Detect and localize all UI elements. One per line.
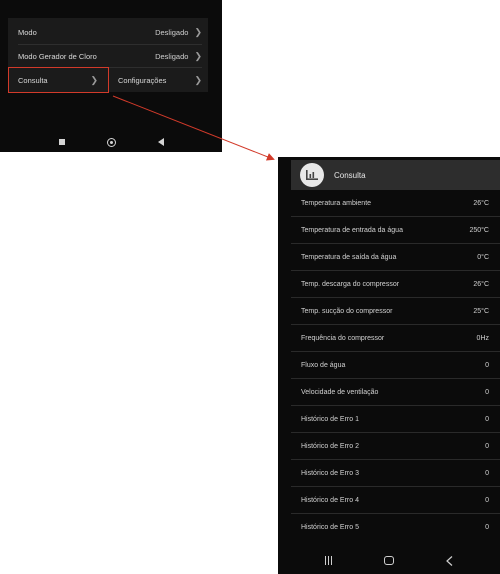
list-item: Histórico de Erro 1 0 — [291, 406, 500, 433]
nav-bar — [278, 547, 500, 574]
chevron-right-icon: ❯ — [194, 74, 202, 85]
setting-label: Modo — [18, 27, 37, 37]
item-value: 0 — [485, 415, 489, 423]
list-item: Temp. descarga do compressor 26°C — [291, 271, 500, 298]
stop-square-icon[interactable] — [58, 139, 65, 145]
chart-icon — [300, 163, 324, 187]
list-item: Histórico de Erro 3 0 — [291, 460, 500, 487]
item-value: 0 — [485, 496, 489, 504]
list-item: Temperatura ambiente 26°C — [291, 190, 500, 217]
item-value: 0°C — [477, 253, 489, 261]
setting-row-gerador-cloro[interactable]: Modo Gerador de Cloro Desligado ❯ — [18, 45, 202, 67]
list-item: Temperatura de entrada da água 250°C — [291, 217, 500, 244]
item-value: 0 — [485, 361, 489, 369]
item-value: 26°C — [473, 280, 489, 288]
item-value: 26°C — [473, 199, 489, 207]
item-label: Temperatura de entrada da água — [301, 226, 403, 234]
item-value: 0Hz — [476, 334, 489, 342]
configuracoes-label: Configurações — [118, 75, 167, 85]
list-item: Histórico de Erro 2 0 — [291, 433, 500, 460]
chevron-right-icon: ❯ — [194, 50, 202, 61]
item-label: Histórico de Erro 4 — [301, 496, 359, 504]
item-label: Frequência do compressor — [301, 334, 385, 342]
item-label: Temp. descarga do compressor — [301, 280, 400, 288]
menu-item-configuracoes[interactable]: Configurações ❯ — [118, 69, 202, 91]
back-triangle-icon[interactable] — [157, 138, 164, 146]
item-value: 0 — [485, 524, 489, 531]
page: Modo Desligado ❯ Modo Gerador de Cloro D… — [0, 0, 500, 574]
item-value: 0 — [485, 469, 489, 477]
item-label: Fluxo de água — [301, 361, 346, 369]
item-label: Velocidade de ventilação — [301, 388, 379, 396]
item-label: Temp. sucção do compressor — [301, 307, 393, 315]
settings-screen: Modo Desligado ❯ Modo Gerador de Cloro D… — [0, 0, 222, 152]
recents-icon[interactable] — [325, 556, 332, 565]
item-value: 0 — [485, 442, 489, 450]
home-circle-icon[interactable] — [106, 137, 116, 147]
list-item: Frequência do compressor 0Hz — [291, 325, 500, 352]
list-item: Fluxo de água 0 — [291, 352, 500, 379]
item-label: Temperatura de saída da água — [301, 253, 397, 261]
item-label: Temperatura ambiente — [301, 199, 372, 207]
highlight-box — [8, 67, 109, 93]
back-chevron-icon[interactable] — [446, 555, 453, 566]
item-value: 25°C — [473, 307, 489, 315]
list-item: Temp. sucção do compressor 25°C — [291, 298, 500, 325]
item-label: Histórico de Erro 5 — [301, 524, 359, 531]
page-title: Consulta — [334, 170, 366, 180]
item-label: Histórico de Erro 3 — [301, 469, 359, 477]
home-icon[interactable] — [384, 556, 394, 565]
consulta-header: Consulta — [291, 160, 500, 190]
item-label: Histórico de Erro 1 — [301, 415, 359, 423]
nav-bar — [0, 132, 222, 152]
list-item: Histórico de Erro 5 0 — [291, 514, 500, 541]
list-item: Velocidade de ventilação 0 — [291, 379, 500, 406]
list-item: Temperatura de saída da água 0°C — [291, 244, 500, 271]
item-value: 0 — [485, 388, 489, 396]
list-item: Histórico de Erro 4 0 — [291, 487, 500, 514]
setting-label: Modo Gerador de Cloro — [18, 51, 97, 61]
setting-value: Desligado — [155, 27, 189, 37]
setting-row-modo[interactable]: Modo Desligado ❯ — [18, 21, 202, 43]
item-value: 250°C — [469, 226, 489, 234]
setting-value: Desligado — [155, 51, 189, 61]
chevron-right-icon: ❯ — [194, 26, 202, 37]
consulta-screen: Consulta Temperatura ambiente 26°C Temper… — [278, 157, 500, 574]
consulta-list: Temperatura ambiente 26°C Temperatura de … — [291, 190, 500, 541]
item-label: Histórico de Erro 2 — [301, 442, 359, 450]
